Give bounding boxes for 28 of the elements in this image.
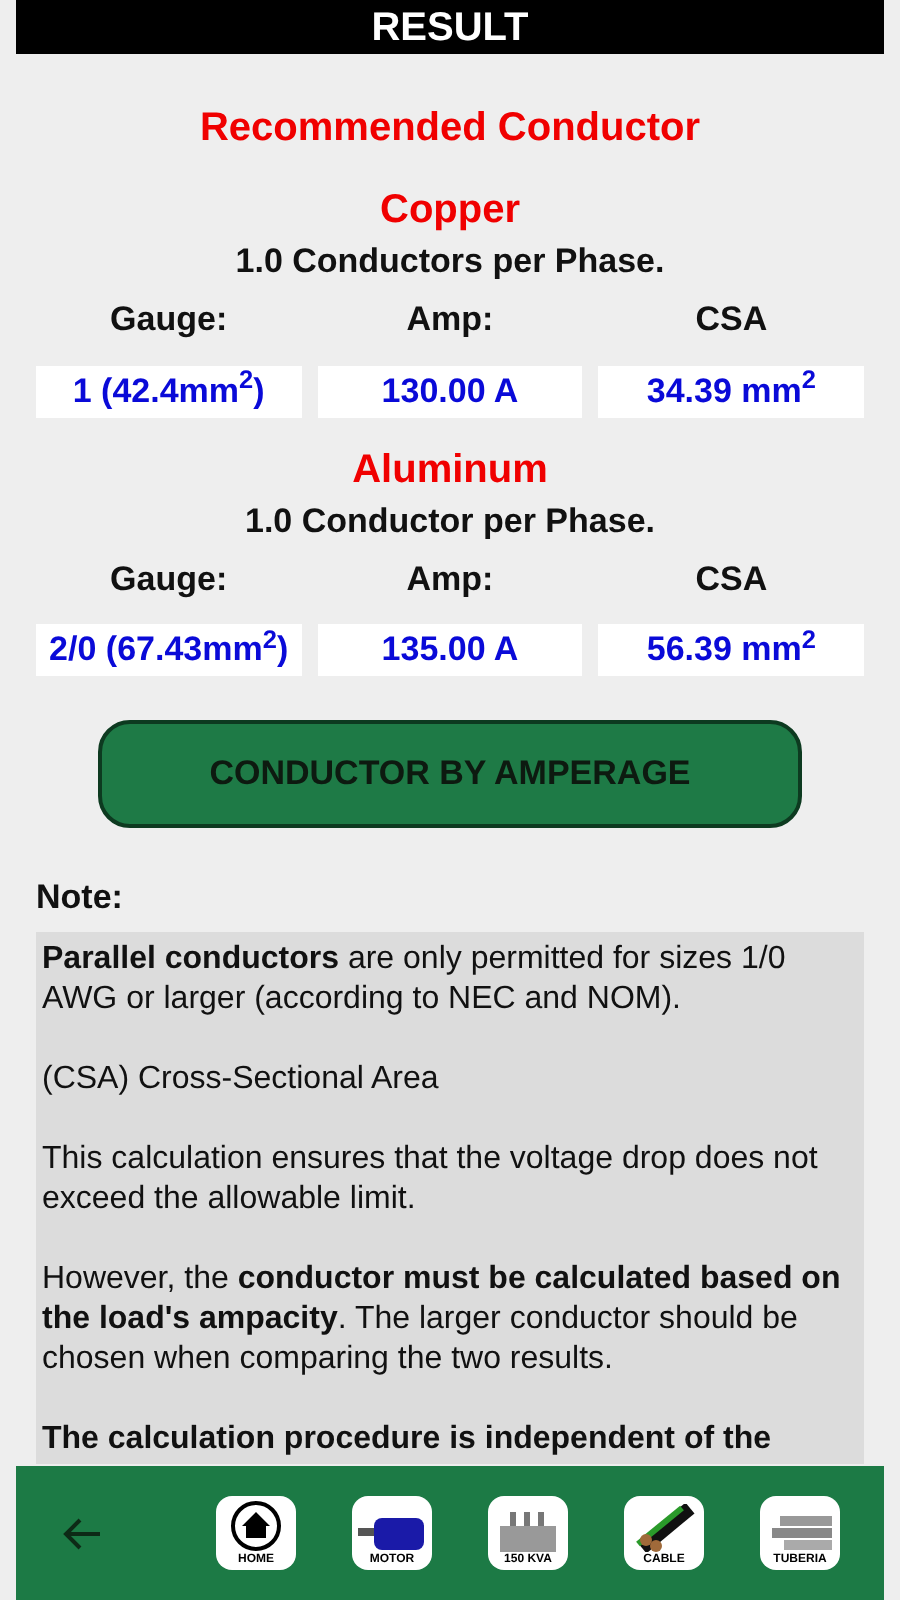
column-label: Gauge: — [108, 298, 230, 342]
result-value: 1 (42.4mm$^{2}$) — [36, 365, 302, 417]
column-label: Amp: — [404, 557, 496, 601]
header-title: RESULT — [371, 3, 529, 53]
material-title: Aluminum — [352, 445, 548, 493]
column-label: Amp: — [404, 298, 496, 342]
result-value: 135.00 A — [317, 624, 583, 676]
note-title: Note: — [36, 876, 125, 920]
note-paragraph: This calculation ensures that the voltage drop does not exceed the allowable limit. — [42, 1139, 820, 1219]
column-label: CSA — [693, 557, 770, 601]
conductors-per-phase: 1.0 Conductor per Phase. — [245, 501, 655, 541]
result-value: 2/0 (67.43mm$^{2}$) — [36, 624, 302, 676]
result-value: 130.00 A — [317, 365, 583, 417]
result-heading: Recommended Conductor — [199, 104, 701, 154]
column-label: Gauge: — [108, 557, 230, 602]
material-title: Copper — [380, 186, 520, 234]
cable-icon — [630, 1504, 698, 1552]
note-paragraph: The calculation procedure is independent of the — [42, 1419, 773, 1459]
note-paragraph: Parallel conductors are only permitted for sizes 1/0 AWG or larger (according to NEC and NOM). — [42, 939, 788, 1019]
note-paragraph: However, the conductor must be calculated based on the load's ampacity. The larger conductor should be chosen when comparing the two results. — [42, 1259, 843, 1379]
note-paragraph: (CSA) Cross-Sectional Area — [42, 1059, 441, 1099]
motor-icon — [356, 1516, 428, 1552]
result-value: 34.39 mm$^{2}$ — [598, 365, 864, 417]
conductors-per-phase: 1.0 Conductors per Phase. — [235, 242, 665, 282]
column-label: CSA — [693, 298, 770, 342]
house-icon — [230, 1500, 282, 1552]
transformer-icon — [494, 1512, 562, 1552]
result-value: 56.39 mm$^{2}$ — [598, 624, 864, 676]
